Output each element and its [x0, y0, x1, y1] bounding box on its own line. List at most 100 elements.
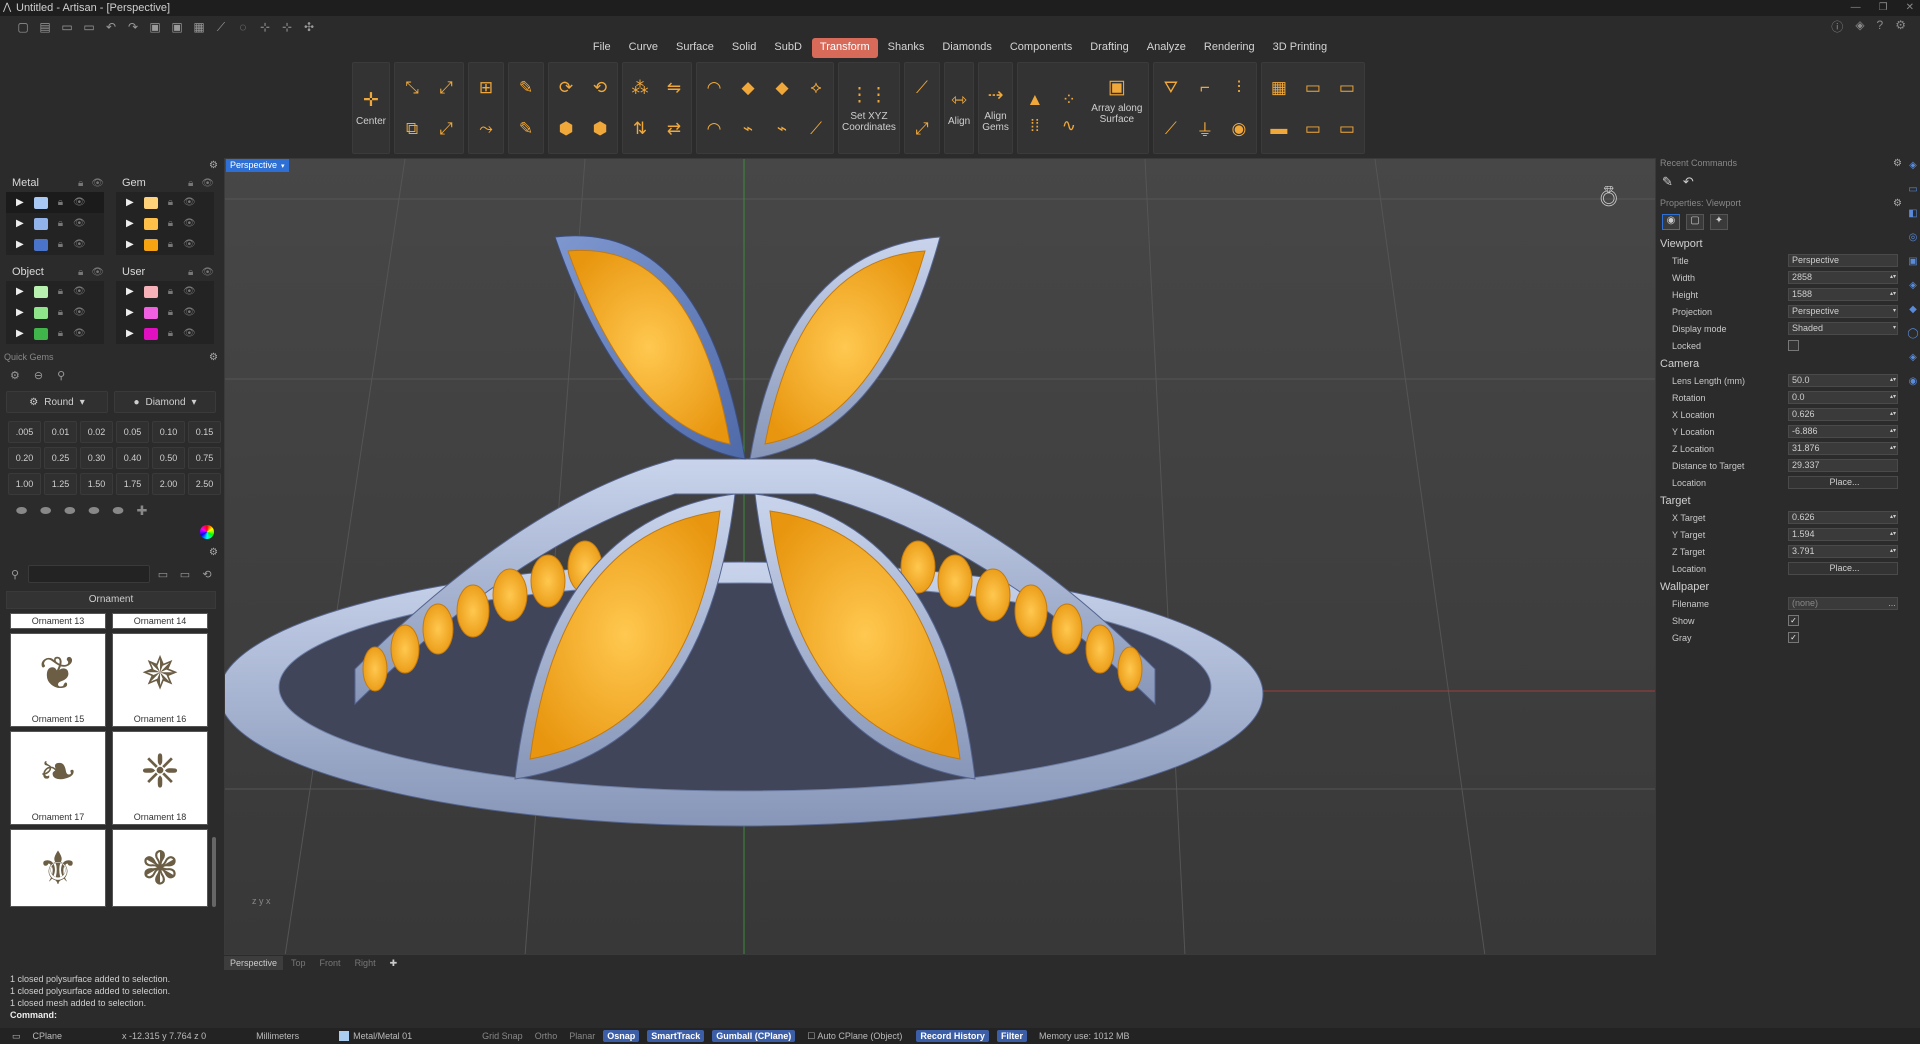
eye-icon[interactable]: 👁︎ [91, 267, 104, 278]
save-icon[interactable]: ▣ [146, 19, 164, 35]
menu-solid[interactable]: Solid [724, 38, 764, 58]
layer-row[interactable]: ▶ 🔒︎ 👁︎ [6, 302, 104, 323]
lock-icon[interactable]: 🔒︎ [58, 197, 63, 208]
library-scrollbar[interactable] [212, 837, 216, 907]
pull-icon[interactable]: ⤢ [908, 115, 936, 143]
mirror-3d-icon[interactable]: ⇄ [660, 115, 688, 143]
play-icon[interactable]: ▶ [126, 218, 134, 229]
x-target-field[interactable]: 0.626 ▴▾ [1788, 511, 1898, 524]
save-as-icon[interactable]: ▣ [168, 19, 186, 35]
info-icon[interactable]: ⓘ [1831, 18, 1843, 35]
layer-color-swatch[interactable] [143, 306, 158, 319]
seat-icon[interactable]: ◉ [1225, 115, 1253, 143]
tool-strip-icon-3[interactable]: ◧ [1908, 208, 1917, 219]
eye-icon[interactable]: 👁︎ [201, 267, 214, 278]
library-category-dropdown[interactable]: Ornament [6, 591, 216, 609]
box-edit-icon[interactable]: ▦ [1265, 74, 1293, 102]
spinner-icon[interactable]: ▴▾ [1890, 512, 1896, 523]
auto-cplane-toggle[interactable]: ☐ Auto CPlane (Object) [807, 1031, 902, 1042]
browse-icon[interactable]: … [1888, 598, 1896, 609]
grid-snap-toggle[interactable]: Grid Snap [482, 1031, 523, 1041]
current-layer[interactable]: Metal/Metal 01 [339, 1031, 412, 1042]
align-button[interactable]: ⇿ Align [948, 89, 970, 127]
layer-row[interactable]: ▶ 🔒︎ 👁︎ [116, 234, 214, 255]
camera-place-button[interactable]: Place... [1788, 476, 1898, 489]
lock-icon[interactable]: 🔒︎ [58, 307, 63, 318]
lock-icon[interactable]: 🔒︎ [58, 286, 63, 297]
prop-height-field[interactable]: 1588 ▴▾ [1788, 288, 1898, 301]
layer-color-swatch[interactable] [143, 327, 158, 340]
add-item-icon[interactable]: ▭ [176, 568, 194, 581]
twist-icon[interactable]: ◆ [734, 74, 762, 102]
lock-icon[interactable]: 🔒︎ [78, 178, 83, 189]
cutter-icon[interactable]: ⫶ [1225, 74, 1253, 102]
gem-settings-icon[interactable]: ⚙ [10, 369, 20, 382]
library-search-input[interactable] [28, 565, 150, 583]
box-icon[interactable]: ▬ [1265, 115, 1293, 143]
array-random-icon[interactable]: ⁘ [1055, 86, 1083, 114]
layers-icon[interactable]: ◈ [1855, 18, 1864, 35]
planar-toggle[interactable]: Planar [569, 1031, 595, 1041]
lock-icon[interactable]: 🔒︎ [58, 239, 63, 250]
array-polar-icon[interactable]: ⇅ [626, 115, 654, 143]
layer-color-swatch[interactable] [143, 285, 158, 298]
layer-color-swatch[interactable] [33, 327, 48, 340]
lens-length-field[interactable]: 50.0 ▴▾ [1788, 374, 1898, 387]
y-target-field[interactable]: 1.594 ▴▾ [1788, 528, 1898, 541]
properties-settings-icon[interactable]: ⚙ [1893, 198, 1902, 209]
spinner-icon[interactable]: ▴▾ [1890, 272, 1896, 283]
taper-icon[interactable]: ◆ [768, 74, 796, 102]
menu-components[interactable]: Components [1002, 38, 1080, 58]
ornament-item[interactable]: ⚜ [10, 829, 106, 907]
tab-right[interactable]: Right [349, 956, 382, 970]
select-curve-icon[interactable]: ⟋ [212, 19, 230, 35]
shear-icon[interactable]: ⟋ [802, 115, 830, 143]
rotation-field[interactable]: 0.0 ▴▾ [1788, 391, 1898, 404]
cplane-icon[interactable]: ▭ [12, 1031, 21, 1042]
move-points-icon[interactable]: ⤢ [432, 74, 460, 102]
spinner-icon[interactable]: ▴▾ [1890, 529, 1896, 540]
eye-icon[interactable]: 👁︎ [183, 197, 196, 208]
tab-top[interactable]: Top [285, 956, 312, 970]
rotate-icon[interactable]: ⟳ [552, 74, 580, 102]
cut-shape-4-icon[interactable]: ⬬ [88, 503, 99, 519]
menu-surface[interactable]: Surface [668, 38, 722, 58]
eye-icon[interactable]: 👁︎ [183, 286, 196, 297]
new-icon[interactable]: ▢ [14, 19, 32, 35]
perspective-viewport[interactable] [224, 158, 1656, 955]
gem-material-dropdown[interactable]: ● Diamond ▾ [114, 391, 216, 413]
export-icon[interactable]: ▦ [190, 19, 208, 35]
spinner-icon[interactable]: ▴▾ [1890, 375, 1896, 386]
add-folder-icon[interactable]: ▭ [154, 568, 172, 581]
eye-icon[interactable]: 👁︎ [73, 239, 86, 250]
lock-icon[interactable]: 🔒︎ [168, 307, 173, 318]
lock-icon[interactable]: 🔒︎ [168, 286, 173, 297]
eye-icon[interactable]: 👁︎ [183, 328, 196, 339]
eye-icon[interactable]: 👁︎ [183, 307, 196, 318]
filter-toggle[interactable]: Filter [996, 1030, 1027, 1042]
gem-size-button[interactable]: .005 [8, 421, 41, 443]
menu-transform[interactable]: Transform [811, 38, 878, 58]
y-location-field[interactable]: -6.886 ▴▾ [1788, 425, 1898, 438]
play-icon[interactable]: ▶ [126, 197, 134, 208]
gem-size-button[interactable]: 1.75 [116, 473, 149, 495]
layer-row[interactable]: ▶ 🔒︎ 👁︎ [6, 281, 104, 302]
cage-release-icon[interactable]: ▭ [1333, 115, 1361, 143]
layer-color-swatch[interactable] [33, 238, 48, 251]
gem-size-button[interactable]: 1.00 [8, 473, 41, 495]
gem-cut-dropdown[interactable]: ⚙ Round ▾ [6, 391, 108, 413]
settings-icon[interactable]: ⚙ [1895, 18, 1906, 35]
camera-ring-icon[interactable]: 💍︎ [1596, 184, 1621, 209]
cut-shape-2-icon[interactable]: ⬬ [40, 503, 51, 519]
refresh-icon[interactable]: ⟲ [198, 568, 216, 581]
recent-settings-icon[interactable]: ⚙ [1893, 158, 1902, 169]
gem-size-button[interactable]: 0.75 [188, 447, 221, 469]
gem-size-button[interactable]: 0.01 [44, 421, 77, 443]
flow-icon[interactable]: ⟡ [802, 74, 830, 102]
viewport-props-icon[interactable]: ◉ [1662, 214, 1680, 230]
gem-place-icon[interactable]: ⊖ [34, 369, 43, 382]
spinner-icon[interactable]: ▴▾ [1890, 443, 1896, 454]
gem-size-button[interactable]: 0.50 [152, 447, 185, 469]
orient-3pt-icon[interactable]: ⌁ [768, 115, 796, 143]
tool-strip-icon-4[interactable]: ◎ [1909, 232, 1918, 243]
